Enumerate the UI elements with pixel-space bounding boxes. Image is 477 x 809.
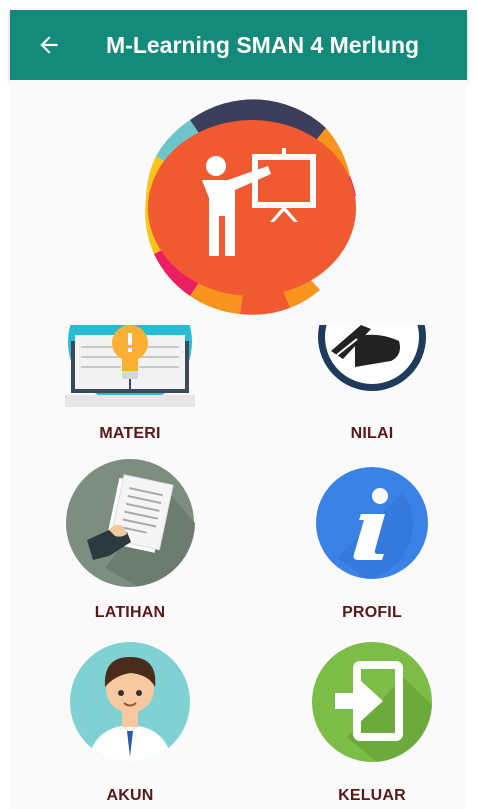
menu-label: NILAI — [350, 425, 394, 442]
document-hand-icon — [66, 459, 195, 587]
menu-label: KELUAR — [338, 787, 406, 804]
menu-item-profil[interactable]: PROFIL — [282, 458, 462, 628]
menu-item-latihan[interactable]: LATIHAN — [40, 458, 220, 628]
book-lightbulb-icon — [65, 325, 195, 407]
app-title: M-Learning SMAN 4 Merlung — [106, 32, 420, 58]
menu-item-keluar[interactable]: KELUAR — [282, 637, 462, 807]
menu-item-akun[interactable]: AKUN — [40, 637, 220, 807]
menu-label: AKUN — [106, 787, 154, 804]
back-button[interactable] — [32, 28, 66, 62]
menu-label: LATIHAN — [94, 604, 166, 621]
user-avatar-icon — [70, 642, 190, 762]
pen-writing-icon — [318, 325, 426, 391]
menu-label: PROFIL — [342, 604, 402, 621]
info-icon — [316, 467, 428, 579]
menu-label: MATERI — [99, 425, 161, 442]
exit-icon — [312, 642, 432, 762]
menu-item-materi[interactable]: MATERI — [40, 277, 220, 447]
menu-item-nilai[interactable]: NILAI — [282, 277, 462, 447]
arrow-left-icon — [40, 36, 58, 54]
app-bar: M-Learning SMAN 4 Merlung — [10, 10, 467, 80]
